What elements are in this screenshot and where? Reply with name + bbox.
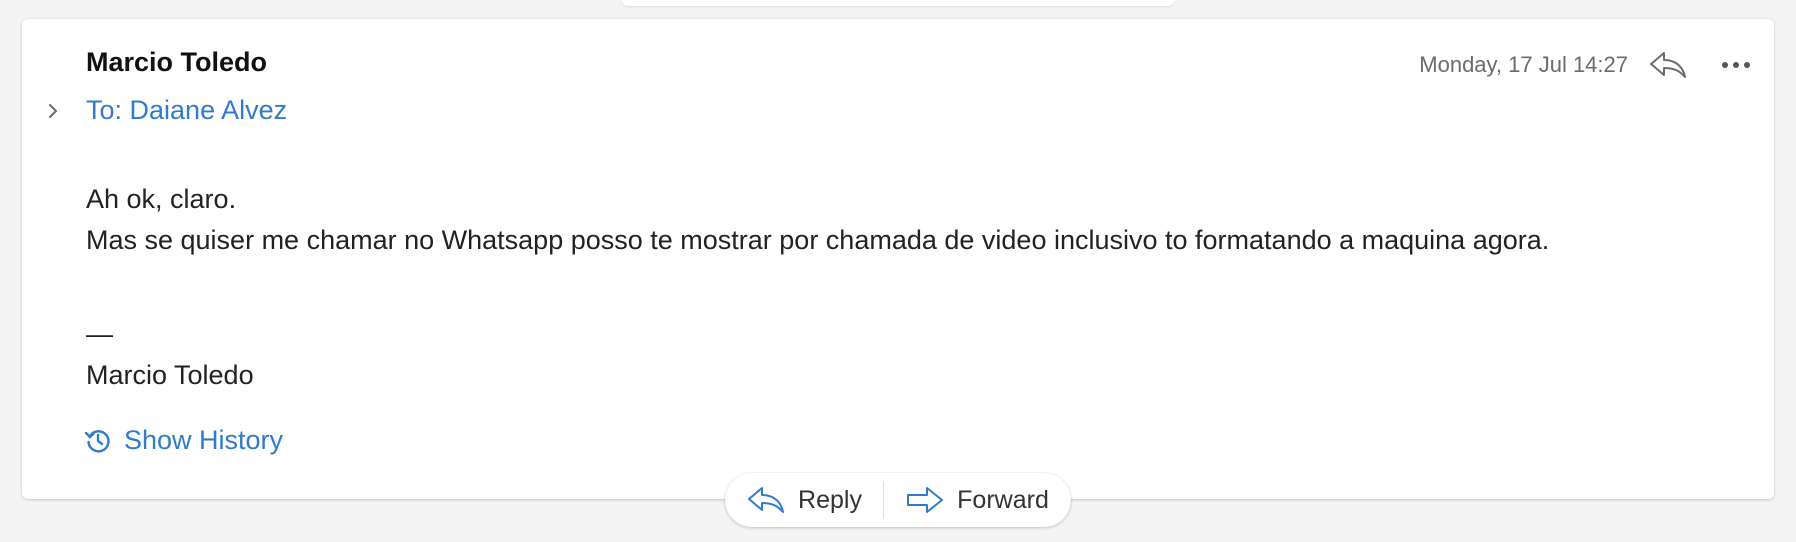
signature-name: Marcio Toledo <box>86 360 254 390</box>
show-history-label: Show History <box>124 425 284 455</box>
more-dots-icon <box>1722 62 1750 68</box>
message-body: Ah ok, claro. Mas se quiser me chamar no… <box>86 179 1549 261</box>
show-history-link[interactable]: Show History <box>84 425 283 456</box>
forward-arrow-icon <box>907 487 944 513</box>
expand-details-toggle[interactable] <box>42 97 64 125</box>
message-action-bar: Reply Forward <box>725 473 1071 527</box>
body-line: Ah ok, claro. <box>86 184 237 214</box>
chevron-right-icon <box>49 104 57 118</box>
reply-icon-button[interactable] <box>1644 45 1692 85</box>
body-line: Mas se quiser me chamar no Whatsapp poss… <box>86 225 1550 255</box>
recipients-line[interactable]: To: Daiane Alvez <box>86 95 287 126</box>
sender-name: Marcio Toledo <box>86 47 268 77</box>
forward-button-label: Forward <box>957 485 1049 514</box>
more-options-button[interactable] <box>1714 45 1758 85</box>
message-date: Monday, 17 Jul 14:27 <box>1419 52 1628 77</box>
forward-button[interactable]: Forward <box>884 473 1070 527</box>
reply-arrow-icon <box>748 487 785 513</box>
signature-separator: — <box>86 319 113 349</box>
reply-arrow-icon <box>1650 52 1686 78</box>
reply-button[interactable]: Reply <box>725 473 883 527</box>
email-message-card: Marcio Toledo To: Daiane Alvez Monday, 1… <box>22 19 1774 499</box>
previous-message-edge <box>622 0 1174 6</box>
reply-button-label: Reply <box>798 485 862 514</box>
history-clock-icon <box>84 429 110 452</box>
